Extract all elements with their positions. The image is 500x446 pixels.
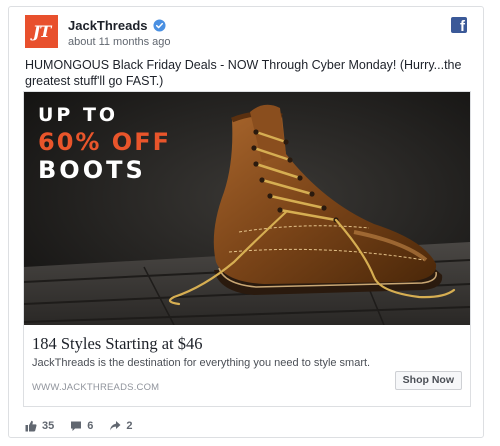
ad-link-preview[interactable]: 184 Styles Starting at $46 JackThreads i… [24, 325, 470, 406]
page-name[interactable]: JackThreads [68, 18, 148, 33]
verified-badge-icon [152, 19, 166, 32]
share-icon [110, 421, 121, 431]
ad-title[interactable]: 184 Styles Starting at $46 [32, 334, 203, 354]
boot-photo [24, 92, 470, 325]
page-avatar[interactable]: JT [25, 15, 58, 48]
ad-domain: WWW.JACKTHREADS.COM [32, 382, 160, 393]
comments-count: 6 [87, 420, 94, 432]
comment-icon [71, 421, 82, 431]
page-logo-text: JT [32, 22, 52, 41]
ad-attachment[interactable]: UP TO 60% OFF BOOTS 184 Styles Starting … [23, 91, 471, 407]
post-text: HUMONGOUS Black Friday Deals - NOW Throu… [25, 58, 462, 88]
image-headline-line-3: BOOTS [38, 156, 146, 184]
ad-post-card: JT JackThreads about 11 months ago f HUM… [8, 6, 484, 438]
likes-count: 35 [42, 420, 55, 432]
ad-description: JackThreads is the destination for every… [32, 357, 371, 369]
facebook-icon: f [451, 17, 467, 33]
page-name-row: JackThreads [68, 18, 166, 33]
shares-stat[interactable]: 2 [109, 420, 133, 432]
image-headline-line-2: 60% OFF [38, 128, 171, 156]
comments-stat[interactable]: 6 [70, 420, 93, 432]
shares-count: 2 [126, 420, 133, 432]
engagement-bar: 35 6 2 [25, 418, 149, 434]
shop-now-button[interactable]: Shop Now [394, 371, 462, 390]
post-timestamp[interactable]: about 11 months ago [68, 36, 171, 48]
likes-stat[interactable]: 35 [25, 420, 54, 432]
ad-image[interactable]: UP TO 60% OFF BOOTS [24, 92, 470, 325]
image-headline-line-1: UP TO [38, 104, 119, 126]
like-icon [25, 420, 37, 432]
